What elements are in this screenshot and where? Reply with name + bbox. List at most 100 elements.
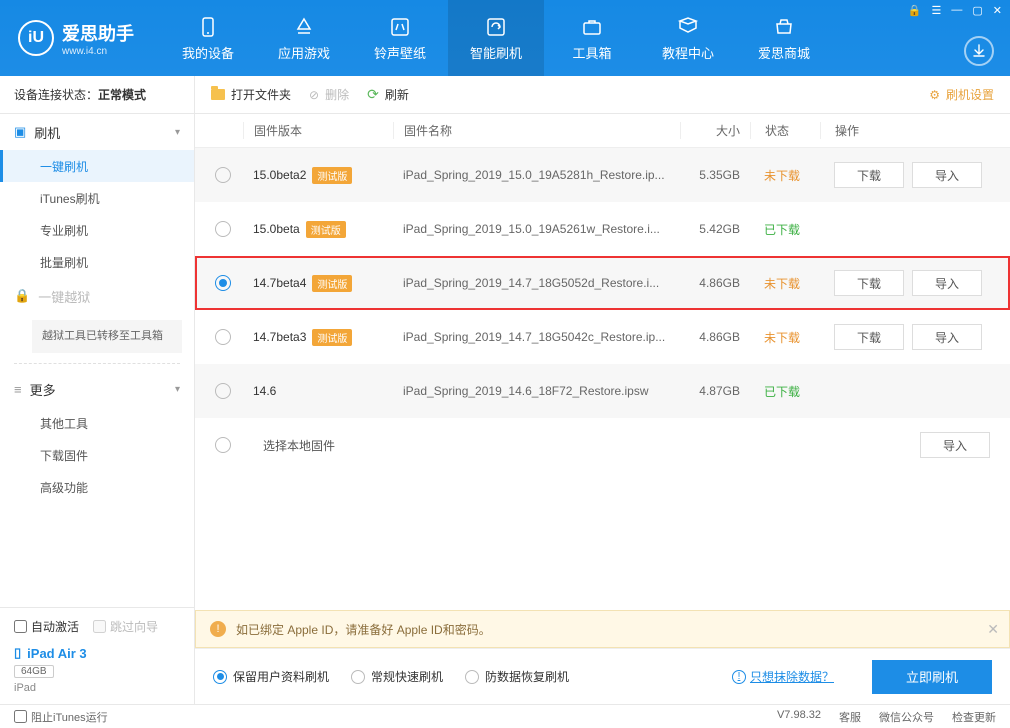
nav-icon — [580, 15, 604, 39]
import-button[interactable]: 导入 — [912, 162, 982, 188]
sidebar-item[interactable]: 专业刷机 — [0, 214, 194, 246]
device-icon: ▯ — [14, 645, 21, 661]
sidebar: 设备连接状态：正常模式 ▣ 刷机 ▾ 一键刷机iTunes刷机专业刷机批量刷机 … — [0, 76, 195, 704]
firmware-size: 5.42GB — [680, 222, 750, 236]
auto-activate-checkbox[interactable]: 自动激活 — [14, 618, 79, 635]
col-name: 固件名称 — [393, 122, 680, 139]
import-button[interactable]: 导入 — [912, 270, 982, 296]
block-itunes-checkbox[interactable]: 阻止iTunes运行 — [14, 709, 108, 725]
nav-tab-4[interactable]: 工具箱 — [544, 0, 640, 76]
firmware-status: 已下载 — [750, 221, 820, 238]
wechat-link[interactable]: 微信公众号 — [879, 709, 934, 725]
sidebar-group-jailbreak[interactable]: 🔒 一键越狱 — [0, 278, 194, 314]
row-radio[interactable] — [215, 167, 231, 183]
firmware-status: 未下载 — [750, 167, 820, 184]
maximize-icon[interactable]: ▢ — [972, 4, 982, 17]
nav-tab-0[interactable]: 我的设备 — [160, 0, 256, 76]
refresh-button[interactable]: ⟳ 刷新 — [367, 86, 409, 103]
download-button[interactable]: 下载 — [834, 162, 904, 188]
flash-now-button[interactable]: 立即刷机 — [872, 660, 992, 694]
check-update-link[interactable]: 检查更新 — [952, 709, 996, 725]
sidebar-item[interactable]: 其他工具 — [0, 408, 194, 440]
table-row: 15.0beta 测试版 iPad_Spring_2019_15.0_19A5261… — [195, 202, 1010, 256]
beta-badge: 测试版 — [306, 221, 346, 238]
firmware-version: 14.6 — [253, 384, 276, 398]
minimize-icon[interactable]: — — [951, 4, 962, 17]
sidebar-item[interactable]: 批量刷机 — [0, 246, 194, 278]
nav-tab-5[interactable]: 教程中心 — [640, 0, 736, 76]
lock-icon[interactable]: 🔒 — [908, 4, 922, 17]
firmware-size: 4.86GB — [680, 276, 750, 290]
beta-badge: 测试版 — [312, 275, 352, 292]
download-button[interactable]: 下载 — [834, 270, 904, 296]
erase-data-link[interactable]: ! 只想抹除数据？ — [732, 668, 834, 685]
import-button[interactable]: 导入 — [920, 432, 990, 458]
flash-icon: ▣ — [14, 124, 26, 140]
firmware-status: 未下载 — [750, 275, 820, 292]
lock-icon: 🔒 — [14, 288, 30, 304]
open-folder-button[interactable]: 打开文件夹 — [211, 86, 291, 103]
firmware-size: 4.87GB — [680, 384, 750, 398]
firmware-name: iPad_Spring_2019_14.7_18G5042c_Restore.i… — [393, 330, 680, 344]
row-radio[interactable] — [215, 329, 231, 345]
firmware-version: 14.7beta4 — [253, 276, 306, 290]
nav-tab-2[interactable]: 铃声壁纸 — [352, 0, 448, 76]
firmware-name: iPad_Spring_2019_15.0_19A5261w_Restore.i… — [393, 222, 680, 236]
row-radio[interactable] — [215, 221, 231, 237]
nav-tab-6[interactable]: 爱思商城 — [736, 0, 832, 76]
nav-tab-3[interactable]: 智能刷机 — [448, 0, 544, 76]
nav-icon — [676, 15, 700, 39]
firmware-table-body: 15.0beta2测试版iPad_Spring_2019_15.0_19A528… — [195, 148, 1010, 418]
flash-settings-link[interactable]: ⚙ 刷机设置 — [929, 86, 994, 103]
close-warning-icon[interactable]: ✕ — [987, 621, 999, 638]
sidebar-item[interactable]: 下载固件 — [0, 440, 194, 472]
nav-icon — [772, 15, 796, 39]
warning-icon: ! — [210, 621, 226, 637]
close-icon[interactable]: ✕ — [993, 4, 1002, 17]
sidebar-item[interactable]: 高级功能 — [0, 472, 194, 504]
table-row: 15.0beta2测试版iPad_Spring_2019_15.0_19A528… — [195, 148, 1010, 202]
col-size: 大小 — [680, 122, 750, 139]
info-icon: ! — [732, 670, 746, 684]
device-name[interactable]: ▯ iPad Air 3 — [14, 645, 180, 661]
version-label: V7.98.32 — [777, 709, 821, 725]
table-row: 14.7beta3 测试版 iPad_Spring_2019_14.7_18G504… — [195, 310, 1010, 364]
chevron-down-icon: ▾ — [175, 384, 180, 395]
local-firmware-radio[interactable] — [215, 437, 231, 453]
firmware-status: 未下载 — [750, 329, 820, 346]
beta-badge: 测试版 — [312, 329, 352, 346]
firmware-name: iPad_Spring_2019_14.6_18F72_Restore.ipsw — [393, 384, 680, 398]
nav-icon — [292, 15, 316, 39]
delete-button[interactable]: ⊘ 删除 — [309, 86, 349, 103]
sidebar-group-more[interactable]: ≡ 更多 ▾ — [0, 372, 194, 408]
sidebar-group-flash[interactable]: ▣ 刷机 ▾ — [0, 114, 194, 150]
download-button[interactable]: 下载 — [834, 324, 904, 350]
top-nav: 我的设备应用游戏铃声壁纸智能刷机工具箱教程中心爱思商城 — [160, 0, 832, 76]
import-button[interactable]: 导入 — [912, 324, 982, 350]
customer-service-link[interactable]: 客服 — [839, 709, 861, 725]
flash-mode-radio[interactable]: 防数据恢复刷机 — [465, 668, 569, 685]
download-indicator-icon[interactable] — [964, 36, 994, 66]
select-local-firmware-row: 选择本地固件 导入 — [195, 418, 1010, 472]
firmware-version: 15.0beta — [253, 222, 300, 236]
firmware-status: 已下载 — [750, 383, 820, 400]
skip-guide-checkbox[interactable]: 跳过向导 — [93, 618, 158, 635]
firmware-size: 4.86GB — [680, 330, 750, 344]
flash-mode-radio[interactable]: 保留用户资料刷机 — [213, 668, 329, 685]
menu-icon[interactable]: ☰ — [932, 4, 942, 17]
sidebar-device-panel: 自动激活 跳过向导 ▯ iPad Air 3 64GB iPad — [0, 607, 194, 704]
separator — [14, 363, 180, 364]
nav-tab-1[interactable]: 应用游戏 — [256, 0, 352, 76]
col-version: 固件版本 — [243, 122, 393, 139]
row-radio[interactable] — [215, 383, 231, 399]
row-radio[interactable] — [215, 275, 231, 291]
firmware-version: 14.7beta3 — [253, 330, 306, 344]
sidebar-item[interactable]: 一键刷机 — [0, 150, 194, 182]
sidebar-item[interactable]: iTunes刷机 — [0, 182, 194, 214]
nav-icon — [484, 15, 508, 39]
flash-mode-radio[interactable]: 常规快速刷机 — [351, 668, 443, 685]
chevron-down-icon: ▾ — [175, 127, 180, 138]
gear-icon: ⚙ — [929, 88, 940, 102]
content-area: 打开文件夹 ⊘ 删除 ⟳ 刷新 ⚙ 刷机设置 固件版本 固件名称 大小 状态 操… — [195, 76, 1010, 704]
device-capacity-badge: 64GB — [14, 665, 54, 678]
